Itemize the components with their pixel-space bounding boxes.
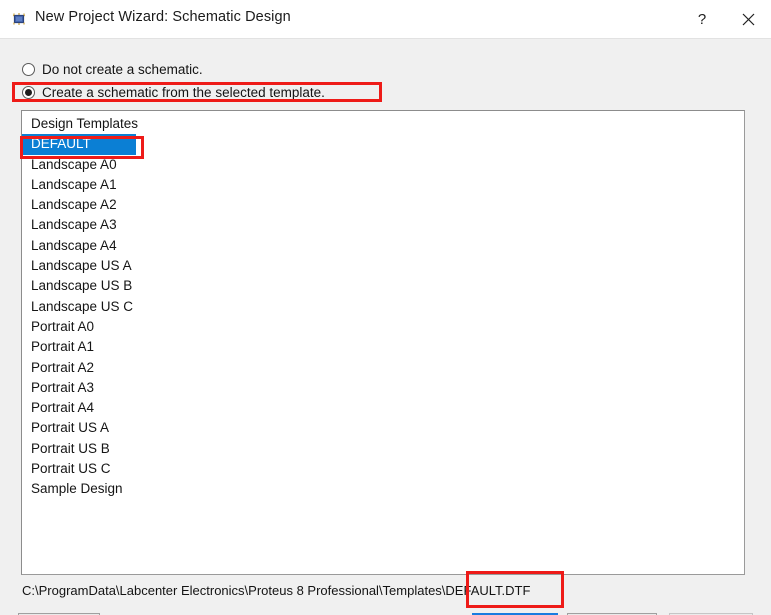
radio-icon-unchecked: [22, 63, 35, 76]
radio-option-create-from-template[interactable]: Create a schematic from the selected tem…: [22, 84, 325, 101]
list-item[interactable]: Portrait A0: [22, 317, 744, 337]
list-item[interactable]: Portrait A3: [22, 378, 744, 398]
design-template-listbox[interactable]: Design Templates DEFAULT Landscape A0 La…: [21, 110, 745, 575]
list-item[interactable]: Landscape US B: [22, 276, 744, 296]
list-item[interactable]: Landscape A3: [22, 215, 744, 235]
proteus-chip-icon: [10, 10, 28, 28]
list-item[interactable]: Portrait US B: [22, 439, 744, 459]
close-icon[interactable]: [725, 0, 771, 38]
list-item[interactable]: Portrait A2: [22, 358, 744, 378]
list-item[interactable]: Portrait A1: [22, 337, 744, 357]
radio-option-label: Create a schematic from the selected tem…: [42, 85, 325, 100]
design-template-list: Design Templates DEFAULT Landscape A0 La…: [22, 111, 744, 500]
titlebar-separator: [0, 38, 771, 39]
new-project-wizard-dialog: New Project Wizard: Schematic Design ? D…: [0, 0, 771, 615]
list-item[interactable]: Landscape US A: [22, 256, 744, 276]
list-item[interactable]: Portrait A4: [22, 398, 744, 418]
help-caption-button[interactable]: ?: [679, 0, 725, 38]
list-item[interactable]: Landscape A0: [22, 155, 744, 175]
list-item-default-selected[interactable]: DEFAULT: [22, 134, 136, 155]
radio-option-no-schematic[interactable]: Do not create a schematic.: [22, 61, 203, 78]
radio-icon-checked: [22, 86, 35, 99]
radio-option-label: Do not create a schematic.: [42, 62, 203, 77]
list-item[interactable]: Landscape A4: [22, 236, 744, 256]
list-item[interactable]: Landscape A1: [22, 175, 744, 195]
list-item[interactable]: Landscape US C: [22, 297, 744, 317]
list-item[interactable]: Portrait US A: [22, 418, 744, 438]
list-item[interactable]: Sample Design: [22, 479, 744, 499]
dialog-client-area: Do not create a schematic. Create a sche…: [0, 38, 771, 615]
dialog-button-bar: Back Next Cancel Help: [0, 607, 771, 615]
list-item[interactable]: Landscape A2: [22, 195, 744, 215]
list-item[interactable]: Design Templates: [22, 114, 744, 134]
list-item[interactable]: Portrait US C: [22, 459, 744, 479]
template-path-label: C:\ProgramData\Labcenter Electronics\Pro…: [22, 583, 531, 598]
title-bar: New Project Wizard: Schematic Design ?: [0, 0, 771, 38]
window-title: New Project Wizard: Schematic Design: [35, 9, 291, 25]
